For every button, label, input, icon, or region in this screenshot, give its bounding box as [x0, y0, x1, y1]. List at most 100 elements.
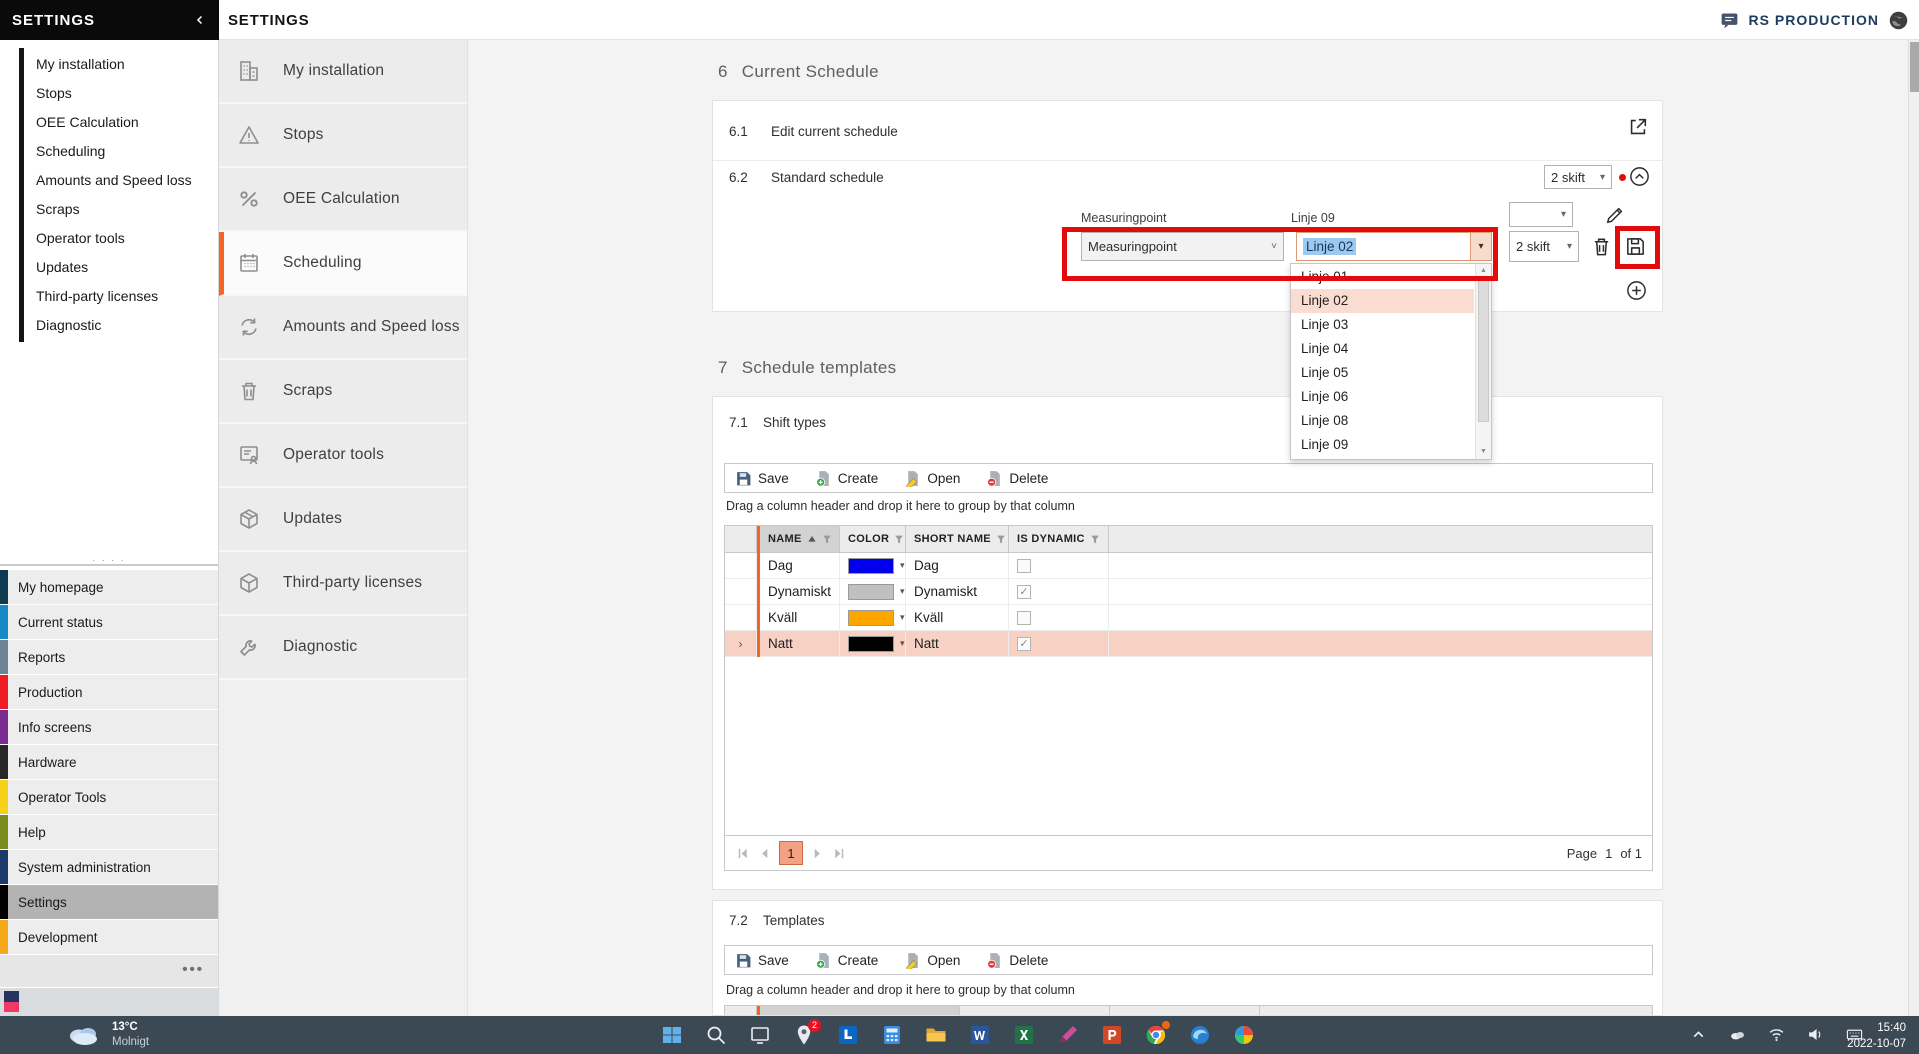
cell-name[interactable]: Kväll	[760, 605, 840, 630]
messages-icon[interactable]	[1719, 10, 1740, 31]
sidebar-item-my-installation[interactable]: My installation	[24, 50, 218, 79]
create-button[interactable]: Create	[815, 470, 879, 487]
dropdown-option-linje-04[interactable]: Linje 04	[1291, 337, 1474, 361]
cell-name[interactable]: Natt	[760, 631, 840, 656]
is-dynamic-checkbox[interactable]	[1017, 611, 1031, 625]
scrollbar-thumb[interactable]	[1910, 42, 1919, 92]
excel-icon[interactable]	[1012, 1023, 1036, 1047]
cell-short-name[interactable]: Kväll	[906, 605, 1009, 630]
sidebar-item-scheduling[interactable]: Scheduling	[24, 137, 218, 166]
column-header-short-name[interactable]: SHORT NAME	[906, 526, 1009, 552]
nav-item-third-party-licenses[interactable]: Third-party licenses	[219, 552, 467, 616]
edge-icon[interactable]	[1188, 1023, 1212, 1047]
cell-short-name[interactable]: Dag	[906, 553, 1009, 578]
add-button[interactable]	[1625, 279, 1648, 302]
nav-item-diagnostic[interactable]: Diagnostic	[219, 616, 467, 680]
nav-item-operator-tools[interactable]: Operator tools	[219, 424, 467, 488]
onedrive-cloud-icon[interactable]	[1729, 1026, 1746, 1043]
wifi-icon[interactable]	[1768, 1026, 1785, 1043]
table-row-kv-ll[interactable]: Kväll▾Kväll	[725, 605, 1652, 631]
prev-page-icon[interactable]	[757, 846, 772, 861]
table-row-natt[interactable]: ›Natt▾Natt✓	[725, 631, 1652, 657]
filter-icon[interactable]	[822, 534, 832, 544]
cell-color[interactable]: ▾	[840, 553, 906, 578]
sidebar-item-settings[interactable]: Settings	[0, 885, 218, 919]
cell-color[interactable]: ▾	[840, 631, 906, 656]
filter-icon[interactable]	[996, 534, 1006, 544]
sidebar-item-third-party-licenses[interactable]: Third-party licenses	[24, 282, 218, 311]
scroll-up-icon[interactable]: ▲	[1476, 264, 1491, 278]
chevron-down-icon[interactable]: ▾	[900, 586, 905, 597]
empty-select[interactable]: ▾	[1509, 202, 1573, 227]
table-row-dag[interactable]: Dag▾Dag	[725, 553, 1652, 579]
sidebar-item-current-status[interactable]: Current status	[0, 605, 218, 639]
dropdown-option-linje-03[interactable]: Linje 03	[1291, 313, 1474, 337]
nav-item-scraps[interactable]: Scraps	[219, 360, 467, 424]
filter-icon[interactable]	[894, 534, 904, 544]
nav-item-oee-calculation[interactable]: OEE Calculation	[219, 168, 467, 232]
powerpoint-icon[interactable]	[1100, 1023, 1124, 1047]
shift-type-select-2[interactable]: 2 skift▾	[1509, 231, 1579, 262]
taskbar-clock[interactable]: 15:40 2022-10-07	[1847, 1021, 1906, 1052]
save-button[interactable]: Save	[735, 952, 789, 969]
sidebar-item-system-administration[interactable]: System administration	[0, 850, 218, 884]
last-page-icon[interactable]	[832, 846, 847, 861]
sidebar-item-hardware[interactable]: Hardware	[0, 745, 218, 779]
nav-item-updates[interactable]: Updates	[219, 488, 467, 552]
is-dynamic-checkbox[interactable]: ✓	[1017, 637, 1031, 651]
dropdown-option-linje-05[interactable]: Linje 05	[1291, 361, 1474, 385]
pinned-app-l[interactable]	[836, 1023, 860, 1047]
nav-item-scheduling[interactable]: Scheduling	[219, 232, 467, 296]
collapse-section-button[interactable]	[1628, 165, 1651, 188]
cell-short-name[interactable]: Dynamiskt	[906, 579, 1009, 604]
delete-button[interactable]	[1590, 235, 1613, 258]
edit-button[interactable]	[1604, 204, 1626, 226]
globe-icon[interactable]	[1888, 10, 1909, 31]
scrollbar-thumb[interactable]	[1478, 280, 1489, 422]
nav-item-my-installation[interactable]: My installation	[219, 40, 467, 104]
sidebar-item-amounts-and-speed-loss[interactable]: Amounts and Speed loss	[24, 166, 218, 195]
sidebar-item-operator-tools[interactable]: Operator tools	[24, 224, 218, 253]
is-dynamic-checkbox[interactable]	[1017, 559, 1031, 573]
measuringpoint-select[interactable]: Measuringpoint˅	[1081, 232, 1284, 261]
column-header-name[interactable]: NAME	[760, 526, 840, 552]
create-button[interactable]: Create	[815, 952, 879, 969]
word-icon[interactable]	[968, 1023, 992, 1047]
color-swatch[interactable]	[848, 610, 894, 626]
pen-app-icon[interactable]	[1056, 1023, 1080, 1047]
dropdown-scrollbar[interactable]: ▲ ▼	[1475, 264, 1491, 459]
chevron-down-icon[interactable]: ▾	[900, 638, 905, 649]
first-page-icon[interactable]	[735, 846, 750, 861]
nav-item-amounts-and-speed-loss[interactable]: Amounts and Speed loss	[219, 296, 467, 360]
hidden-icons-chevron[interactable]	[1690, 1026, 1707, 1043]
cell-color[interactable]: ▾	[840, 579, 906, 604]
dropdown-option-linje-06[interactable]: Linje 06	[1291, 385, 1474, 409]
chevron-down-icon[interactable]: ▾	[900, 612, 905, 623]
is-dynamic-checkbox[interactable]: ✓	[1017, 585, 1031, 599]
sidebar-item-info-screens[interactable]: Info screens	[0, 710, 218, 744]
shift-type-select[interactable]: 2 skift▾	[1544, 165, 1612, 189]
dropdown-option-linje-02[interactable]: Linje 02	[1291, 289, 1474, 313]
color-swatch[interactable]	[848, 584, 894, 600]
sidebar-item-help[interactable]: Help	[0, 815, 218, 849]
volume-icon[interactable]	[1807, 1026, 1824, 1043]
chevron-down-icon[interactable]: ▾	[900, 560, 905, 571]
save-button[interactable]: Save	[735, 470, 789, 487]
sidebar-item-updates[interactable]: Updates	[24, 253, 218, 282]
chrome-icon[interactable]	[1144, 1023, 1168, 1047]
save-button[interactable]	[1624, 235, 1647, 258]
delete-button[interactable]: Delete	[986, 952, 1048, 969]
collapse-sidebar-icon[interactable]	[193, 13, 207, 27]
sidebar-item-stops[interactable]: Stops	[24, 79, 218, 108]
column-header-is-dynamic[interactable]: IS DYNAMIC	[1009, 526, 1109, 552]
filter-icon[interactable]	[1090, 534, 1100, 544]
file-explorer-icon[interactable]	[924, 1023, 948, 1047]
page-scrollbar[interactable]	[1908, 40, 1919, 1016]
sidebar-item-development[interactable]: Development	[0, 920, 218, 954]
start-button[interactable]	[660, 1023, 684, 1047]
pinned-app-calculator[interactable]	[880, 1023, 904, 1047]
dropdown-option-linje-01[interactable]: Linje 01	[1291, 265, 1474, 289]
sidebar-item-operator-tools[interactable]: Operator Tools	[0, 780, 218, 814]
combobox-dropdown-button[interactable]: ▾	[1470, 233, 1491, 260]
sidebar-item-scraps[interactable]: Scraps	[24, 195, 218, 224]
